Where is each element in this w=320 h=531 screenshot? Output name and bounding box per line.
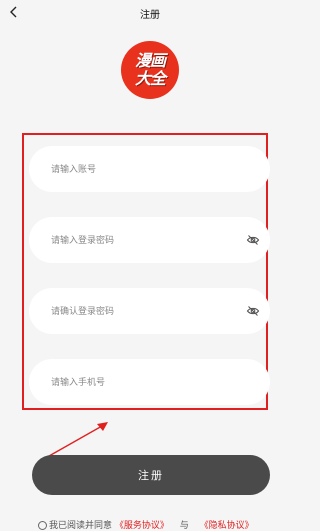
confirm-password-field[interactable]	[29, 288, 270, 336]
agree-radio[interactable]	[38, 521, 47, 530]
logo-text-line2: 大全	[134, 69, 166, 88]
phone-field[interactable]	[29, 359, 270, 407]
logo-text-line1: 漫画	[134, 51, 166, 70]
privacy-agreement-link[interactable]: 《隐私协议》	[200, 521, 254, 531]
agreement-row: 我已阅读并同意 《服务协议》 与 《隐私协议》	[38, 518, 254, 531]
eye-off-icon[interactable]	[246, 233, 260, 247]
phone-input[interactable]	[49, 359, 243, 407]
password-field[interactable]	[29, 217, 270, 265]
account-input[interactable]	[49, 146, 243, 194]
confirm-password-input[interactable]	[49, 288, 243, 336]
register-button[interactable]: 注册	[32, 455, 270, 495]
account-field[interactable]	[29, 146, 270, 194]
app-logo: 漫画 大全	[121, 41, 179, 99]
eye-off-icon[interactable]	[246, 304, 260, 318]
agreement-prefix: 我已阅读并同意	[49, 521, 113, 531]
service-agreement-link[interactable]: 《服务协议》	[115, 521, 169, 531]
nav-bar: 注册	[0, 0, 300, 26]
agreement-connector: 与	[179, 521, 189, 531]
password-input[interactable]	[49, 217, 243, 265]
page-title: 注册	[140, 10, 160, 21]
